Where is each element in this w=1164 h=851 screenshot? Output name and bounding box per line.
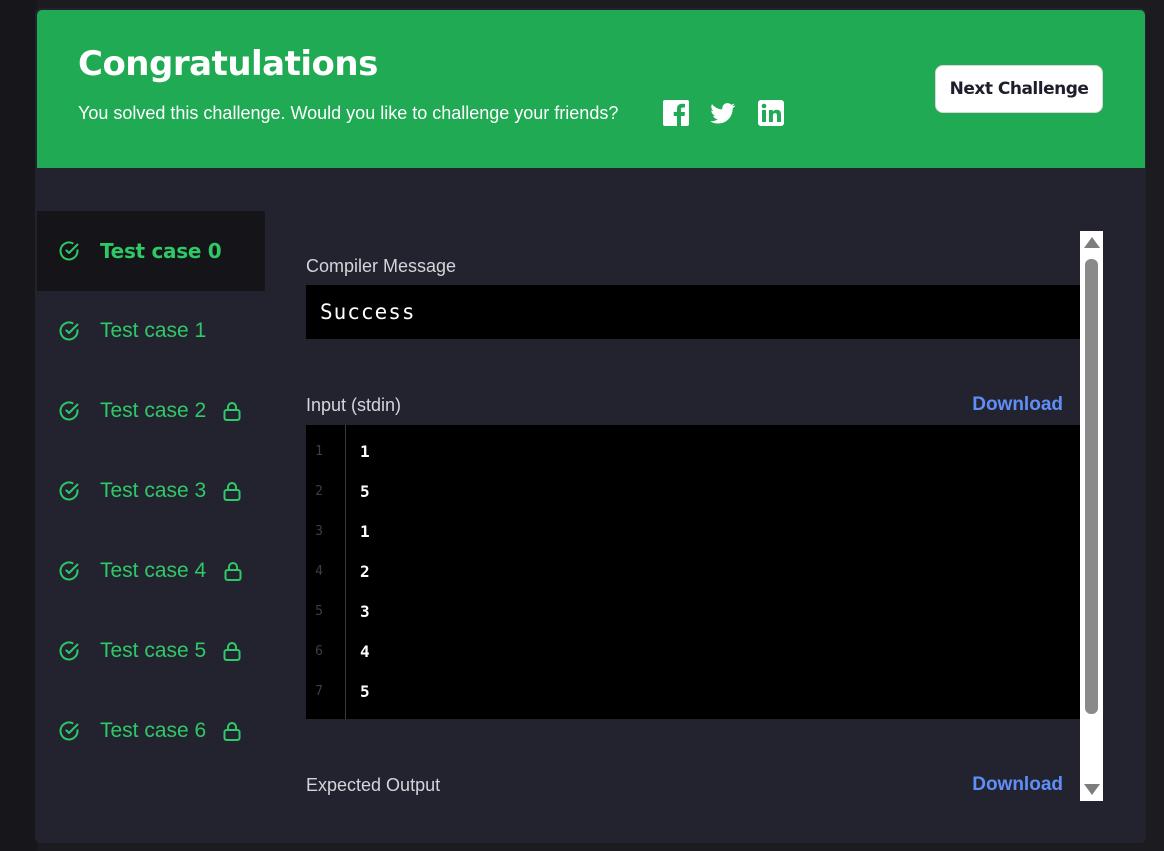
compiler-message-label: Compiler Message [306, 256, 457, 276]
input-line-text: 3 [360, 602, 370, 621]
tab-label: Test case 4 [100, 559, 207, 582]
input-line-text: 2 [360, 562, 370, 581]
input-line-text: 5 [360, 682, 370, 701]
input-download-link[interactable]: Download [972, 394, 1063, 416]
lock-icon [222, 400, 242, 422]
input-code-box: 1 1 2 5 3 1 4 2 5 3 6 4 7 5 [306, 425, 1080, 719]
twitter-icon[interactable] [709, 99, 737, 127]
expected-output-label: Expected Output [306, 775, 441, 795]
check-circle-icon [58, 320, 80, 342]
input-line-text: 4 [360, 642, 370, 661]
tab-label: Test case 1 [100, 319, 207, 342]
scrollbar-thumb[interactable] [1085, 259, 1098, 714]
lock-icon [222, 720, 242, 742]
lock-icon [223, 560, 243, 582]
scroll-up-arrow-icon[interactable] [1084, 237, 1100, 248]
check-circle-icon [58, 640, 80, 662]
tab-test-case-1[interactable]: Test case 1 [37, 291, 265, 371]
tab-label: Test case 3 [100, 479, 207, 502]
input-label: Input (stdin) [306, 395, 402, 415]
check-circle-icon [58, 720, 80, 742]
tab-test-case-5[interactable]: Test case 5 [37, 611, 265, 691]
banner-title: Congratulations [78, 44, 378, 84]
tab-test-case-0[interactable]: Test case 0 [37, 211, 265, 291]
expected-output-download-link[interactable]: Download [972, 774, 1063, 796]
page-edge [0, 0, 37, 851]
tab-test-case-6[interactable]: Test case 6 [37, 691, 265, 771]
tab-label: Test case 2 [100, 399, 207, 422]
compiler-message-box: Success [306, 285, 1080, 339]
banner-subtitle: You solved this challenge. Would you lik… [78, 103, 619, 123]
line-number: 1 [315, 444, 323, 459]
line-number: 3 [315, 524, 323, 539]
tab-label: Test case 5 [100, 639, 207, 662]
tab-label: Test case 6 [100, 719, 207, 742]
lock-icon [222, 480, 242, 502]
line-number: 4 [315, 564, 323, 579]
tab-test-case-4[interactable]: Test case 4 [37, 531, 265, 611]
lock-icon [222, 640, 242, 662]
line-number: 5 [315, 604, 323, 619]
linkedin-icon[interactable] [757, 99, 785, 127]
input-line-text: 1 [360, 442, 370, 461]
check-circle-icon [58, 400, 80, 422]
next-challenge-button[interactable]: Next Challenge [935, 65, 1103, 113]
congratulations-banner: Congratulations You solved this challeng… [37, 10, 1145, 168]
check-circle-icon [58, 240, 80, 262]
line-number: 7 [315, 684, 323, 699]
gutter-divider [345, 425, 346, 719]
check-circle-icon [58, 560, 80, 582]
tab-label: Test case 0 [100, 239, 222, 263]
check-circle-icon [58, 480, 80, 502]
input-line-text: 1 [360, 522, 370, 541]
tab-test-case-2[interactable]: Test case 2 [37, 371, 265, 451]
scroll-down-arrow-icon[interactable] [1084, 784, 1100, 795]
line-number: 6 [315, 644, 323, 659]
tab-test-case-3[interactable]: Test case 3 [37, 451, 265, 531]
scrollbar[interactable] [1080, 231, 1103, 801]
line-number: 2 [315, 484, 323, 499]
facebook-icon[interactable] [662, 99, 690, 127]
input-line-text: 5 [360, 482, 370, 501]
